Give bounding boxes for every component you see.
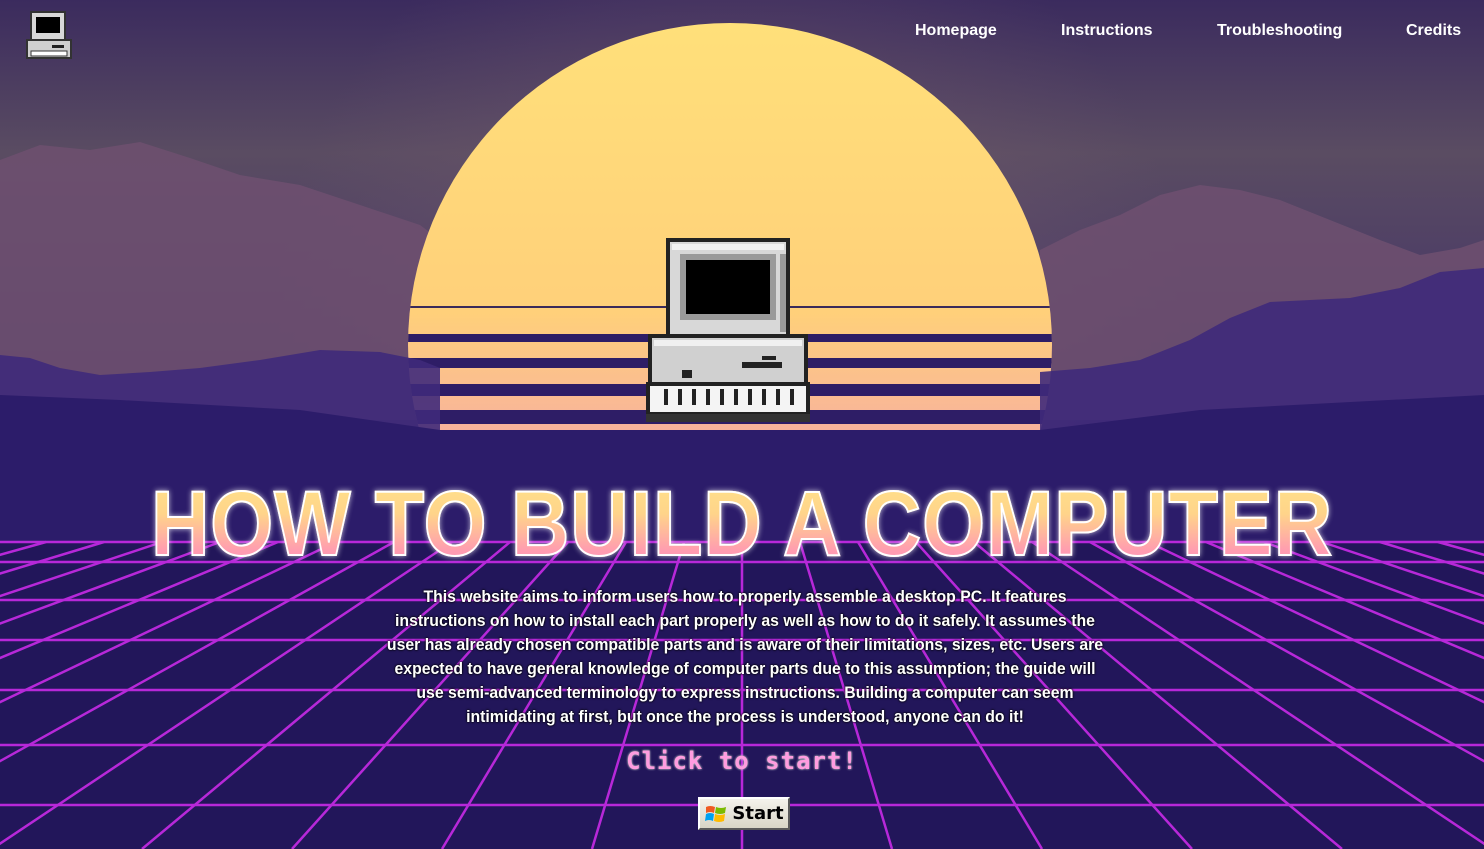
site-logo[interactable] xyxy=(24,10,74,62)
page: Homepage Instructions Troubleshooting Cr… xyxy=(0,0,1484,849)
nav-homepage[interactable]: Homepage xyxy=(915,22,997,40)
retro-computer-icon xyxy=(646,238,810,422)
hero-computer xyxy=(642,234,814,426)
retro-computer-icon xyxy=(26,11,72,59)
intro-description: This website aims to inform users how to… xyxy=(386,587,1104,726)
windows-flag-icon xyxy=(705,805,727,822)
start-button-label: Start xyxy=(732,803,784,824)
click-to-start-text: Click to start! xyxy=(626,747,858,775)
nav-credits[interactable]: Credits xyxy=(1406,22,1461,40)
nav-troubleshooting[interactable]: Troubleshooting xyxy=(1217,22,1342,40)
start-button[interactable]: Start xyxy=(698,797,790,830)
nav-instructions[interactable]: Instructions xyxy=(1061,22,1153,40)
page-title: HOW TO BUILD A COMPUTER xyxy=(89,472,1395,576)
